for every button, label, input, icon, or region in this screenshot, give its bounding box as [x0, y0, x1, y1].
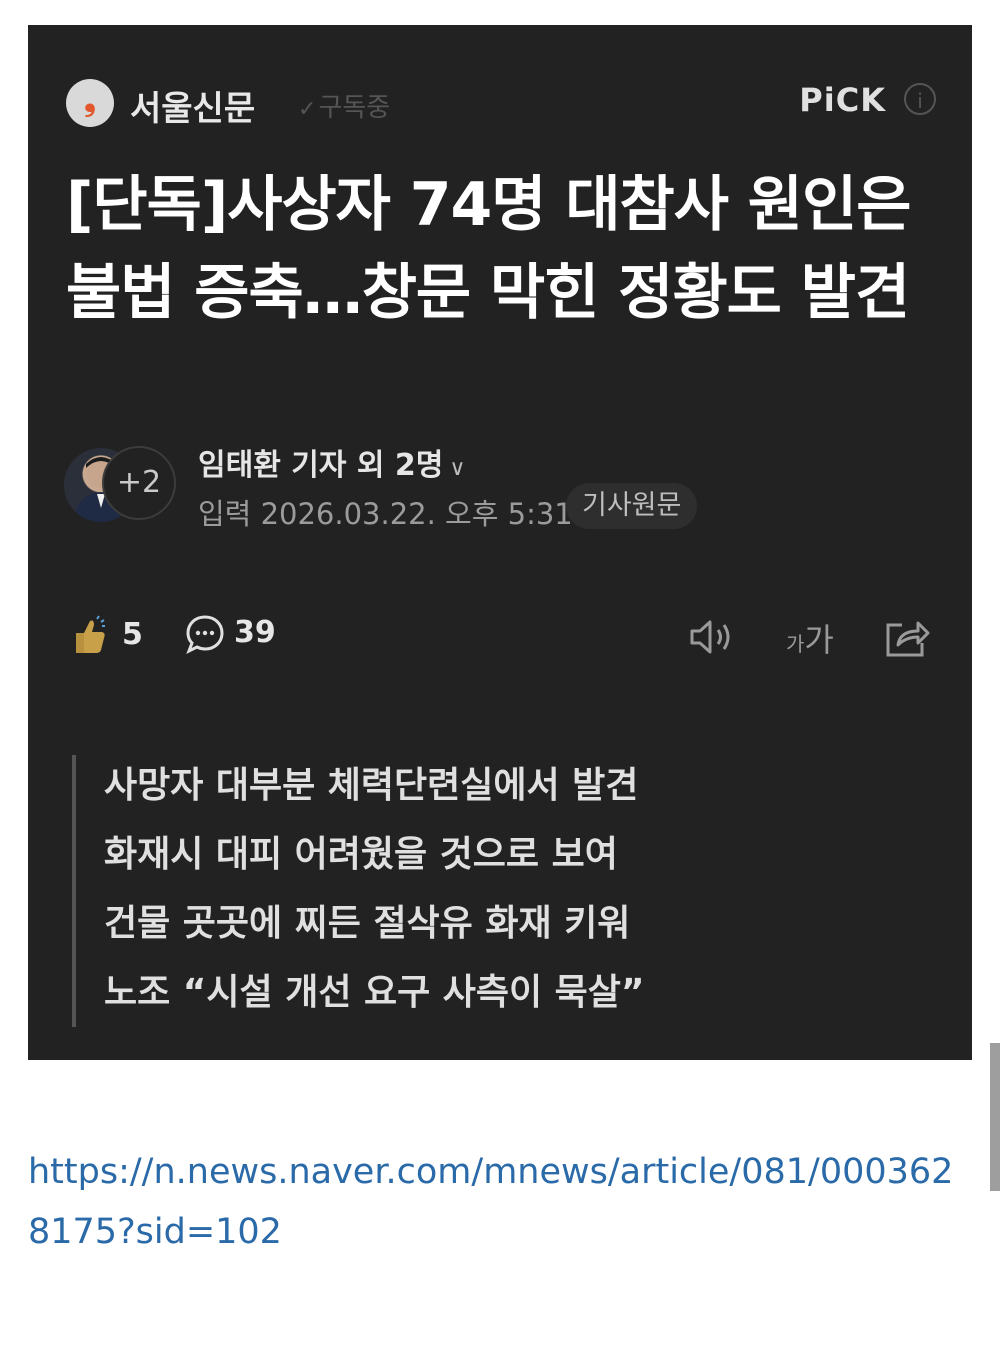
summary-line: 건물 곳곳에 찌든 절삭유 화재 키워	[104, 903, 631, 944]
chevron-down-icon: ∨	[449, 456, 466, 481]
press-logo-icon[interactable]: ❟	[66, 79, 114, 127]
share-icon[interactable]	[884, 617, 930, 659]
font-size-button[interactable]: 가가	[786, 615, 834, 661]
original-article-button[interactable]: 기사원문	[566, 483, 698, 529]
article-link[interactable]: https://n.news.naver.com/mnews/article/0…	[28, 1142, 968, 1262]
like-count: 5	[122, 617, 143, 652]
summary-line: 화재시 대피 어려웠을 것으로 보여	[104, 834, 618, 875]
info-icon[interactable]: i	[904, 83, 936, 115]
article-headline: [단독]사상자 74명 대참사 원인은 불법 증축…창문 막힌 정황도 발견	[66, 170, 911, 328]
reporter-name[interactable]: 임태환 기자 외 2명 ∨	[198, 440, 466, 484]
reporter-label: 임태환 기자 외 2명	[198, 448, 444, 483]
scrollbar[interactable]	[990, 1043, 1000, 1191]
font-large-label: 가	[804, 621, 834, 659]
summary-line: 노조 “시설 개선 요구 사측이 묵살”	[104, 972, 645, 1013]
comment-count: 39	[234, 615, 276, 650]
font-small-label: 가	[786, 632, 805, 656]
pick-badge: PiCK	[799, 81, 886, 119]
publish-date: 입력 2026.03.22. 오후 5:31	[198, 497, 573, 531]
article-summary: 사망자 대부분 체력단련실에서 발견 화재시 대피 어려웠을 것으로 보여 건물…	[72, 755, 944, 1027]
comment-icon[interactable]	[184, 613, 226, 655]
subscribe-label: 구독중	[318, 93, 391, 123]
thumbs-up-icon[interactable]	[70, 615, 106, 655]
summary-line: 사망자 대부분 체력단련실에서 발견	[104, 765, 639, 806]
press-name[interactable]: 서울신문	[130, 81, 255, 130]
article-card: ❟ 서울신문 ✓구독중 PiCK i [단독]사상자 74명 대참사 원인은 불…	[28, 25, 972, 1060]
check-icon: ✓	[298, 97, 317, 122]
speaker-icon[interactable]	[688, 617, 738, 657]
subscribe-button[interactable]: ✓구독중	[298, 87, 390, 124]
more-reporters-badge[interactable]: +2	[102, 446, 176, 520]
press-header: ❟ 서울신문 ✓구독중 PiCK i	[66, 77, 936, 129]
